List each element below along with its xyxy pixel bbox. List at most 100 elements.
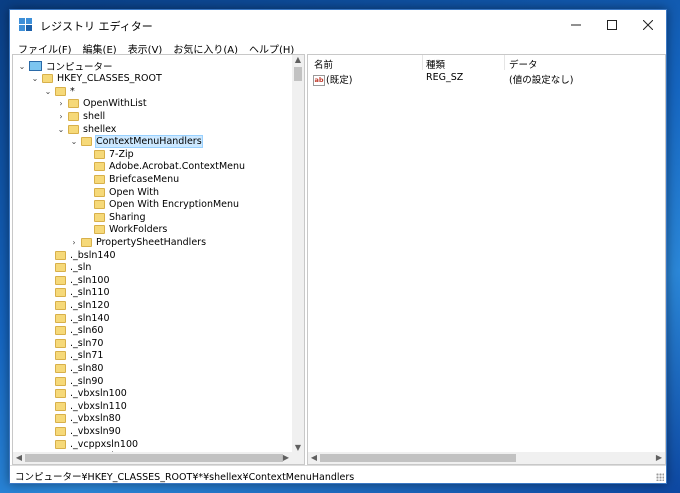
tree-node-label: OpenWithList xyxy=(83,98,147,110)
chevron-down-icon[interactable]: ⌄ xyxy=(56,125,66,134)
tree-node[interactable]: ._sln71 xyxy=(43,350,103,362)
tree-node[interactable]: BriefcaseMenu xyxy=(82,173,179,185)
tree-node-label: shellex xyxy=(83,123,117,135)
folder-icon xyxy=(68,124,79,134)
chevron-right-icon[interactable]: › xyxy=(56,99,66,108)
tree-node[interactable]: Open With EncryptionMenu xyxy=(82,199,239,211)
value-row[interactable]: ab (既定) REG_SZ (値の設定なし) xyxy=(308,71,665,86)
tree-node[interactable]: Adobe.Acrobat.ContextMenu xyxy=(82,161,245,173)
tree-node[interactable]: ._sln140 xyxy=(43,312,110,324)
close-button[interactable] xyxy=(630,10,666,40)
tree-node[interactable]: ._sln70 xyxy=(43,337,103,349)
tree-node-label: ._sln60 xyxy=(70,325,104,337)
tree-node-label: PropertySheetHandlers xyxy=(96,236,207,248)
chevron-right-icon[interactable]: › xyxy=(56,112,66,121)
tree-vscroll-thumb[interactable] xyxy=(294,67,302,81)
folder-icon xyxy=(94,174,105,184)
column-type[interactable]: 種類 xyxy=(426,57,445,71)
title-bar[interactable]: レジストリ エディター xyxy=(10,10,666,40)
tree-node[interactable]: ⌄ コンピューター xyxy=(17,60,113,73)
maximize-icon xyxy=(607,20,617,30)
tree-node[interactable]: ._sln80 xyxy=(43,362,103,374)
value-name: (既定) xyxy=(326,75,353,86)
tree-node[interactable]: ._vbxsln80 xyxy=(43,413,121,425)
tree-node[interactable]: ._sln90 xyxy=(43,375,103,387)
scroll-left-icon[interactable]: ◀ xyxy=(308,453,320,462)
folder-icon xyxy=(55,401,66,411)
tree-node[interactable]: ⌄ * xyxy=(43,85,75,97)
tree-node-label: ._vbxsln90 xyxy=(70,425,121,437)
tree-vertical-scrollbar[interactable]: ▲ ▼ xyxy=(292,55,304,452)
tree-node-label: ._vbxsln110 xyxy=(70,400,127,412)
scroll-left-icon[interactable]: ◀ xyxy=(13,453,25,462)
folder-icon xyxy=(81,237,92,247)
chevron-down-icon[interactable]: ⌄ xyxy=(17,62,27,71)
tree-node[interactable]: ._vbxsln100 xyxy=(43,388,127,400)
folder-icon xyxy=(94,225,105,235)
folder-icon xyxy=(68,99,79,109)
list-horizontal-scrollbar[interactable]: ◀ ▶ xyxy=(308,452,665,464)
tree-node[interactable]: ._bsln140 xyxy=(43,249,116,261)
tree-node-label: ._vcppxsln100 xyxy=(70,438,139,450)
tree-node[interactable]: ._sln120 xyxy=(43,299,110,311)
folder-icon xyxy=(55,426,66,436)
tree-node[interactable]: ._sln xyxy=(43,262,91,274)
tree-node[interactable]: ._vcppxsln100 xyxy=(43,438,138,450)
folder-icon xyxy=(81,137,92,147)
value-data: (値の設定なし) xyxy=(509,75,574,86)
list-header: 名前 種類 データ xyxy=(308,55,665,71)
column-divider[interactable] xyxy=(422,55,423,70)
tree-node[interactable]: ._sln60 xyxy=(43,325,103,337)
folder-icon xyxy=(55,250,66,260)
chevron-down-icon[interactable]: ⌄ xyxy=(69,137,79,146)
tree-node[interactable]: › PropertySheetHandlers xyxy=(69,236,206,248)
string-value-icon: ab xyxy=(313,75,325,86)
tree-node[interactable]: ._sln110 xyxy=(43,287,110,299)
chevron-down-icon[interactable]: ⌄ xyxy=(43,87,53,96)
scroll-right-icon[interactable]: ▶ xyxy=(280,453,292,462)
folder-icon xyxy=(94,212,105,222)
tree-node[interactable]: ._vbxsln110 xyxy=(43,400,127,412)
folder-icon xyxy=(94,200,105,210)
tree-node-label: ._sln90 xyxy=(70,375,104,387)
key-tree-pane: ⌄ コンピューター ⌄ HKEY_CLASSES_ROOT ⌄ * › OpenWithLis… xyxy=(12,54,305,465)
chevron-down-icon[interactable]: ⌄ xyxy=(30,74,40,83)
tree-node-label: WorkFolders xyxy=(109,224,168,236)
folder-icon xyxy=(55,326,66,336)
minimize-button[interactable] xyxy=(558,10,594,40)
scroll-right-icon[interactable]: ▶ xyxy=(653,453,665,462)
folder-icon xyxy=(55,414,66,424)
folder-icon xyxy=(55,300,66,310)
tree-node[interactable]: ⌄ ContextMenuHandlers xyxy=(69,135,203,149)
close-icon xyxy=(643,20,653,30)
tree-node[interactable]: WorkFolders xyxy=(82,224,167,236)
tree-node-label: * xyxy=(70,85,75,97)
maximize-button[interactable] xyxy=(594,10,630,40)
tree-node[interactable]: › OpenWithList xyxy=(56,98,147,110)
column-divider[interactable] xyxy=(504,55,505,70)
scroll-corner xyxy=(292,452,304,464)
folder-icon xyxy=(94,149,105,159)
column-data[interactable]: データ xyxy=(509,57,538,71)
scroll-down-icon[interactable]: ▼ xyxy=(292,443,304,452)
chevron-right-icon[interactable]: › xyxy=(69,238,79,247)
tree-node-label: ._sln71 xyxy=(70,350,104,362)
scroll-up-icon[interactable]: ▲ xyxy=(292,55,304,64)
list-hscroll-thumb[interactable] xyxy=(320,454,516,462)
tree-node[interactable]: › shell xyxy=(56,110,105,122)
tree-node-label: ._sln100 xyxy=(70,274,110,286)
column-name[interactable]: 名前 xyxy=(314,57,333,71)
tree-node[interactable]: ⌄ shellex xyxy=(56,123,117,135)
tree-node[interactable]: ._sln100 xyxy=(43,274,110,286)
regedit-icon xyxy=(19,18,32,31)
key-tree: ⌄ コンピューター ⌄ HKEY_CLASSES_ROOT ⌄ * › OpenWithLis… xyxy=(13,55,292,452)
tree-hscroll-thumb[interactable] xyxy=(25,454,283,462)
tree-node-label: Open With xyxy=(109,186,159,198)
tree-node[interactable]: Open With xyxy=(82,186,159,198)
resize-grip-icon[interactable] xyxy=(656,473,664,481)
tree-horizontal-scrollbar[interactable]: ◀ ▶ xyxy=(13,452,292,464)
tree-node[interactable]: 7-Zip xyxy=(82,148,134,160)
tree-node[interactable]: ⌄ HKEY_CLASSES_ROOT xyxy=(30,73,162,85)
tree-node[interactable]: Sharing xyxy=(82,211,145,223)
tree-node[interactable]: ._vbxsln90 xyxy=(43,425,121,437)
